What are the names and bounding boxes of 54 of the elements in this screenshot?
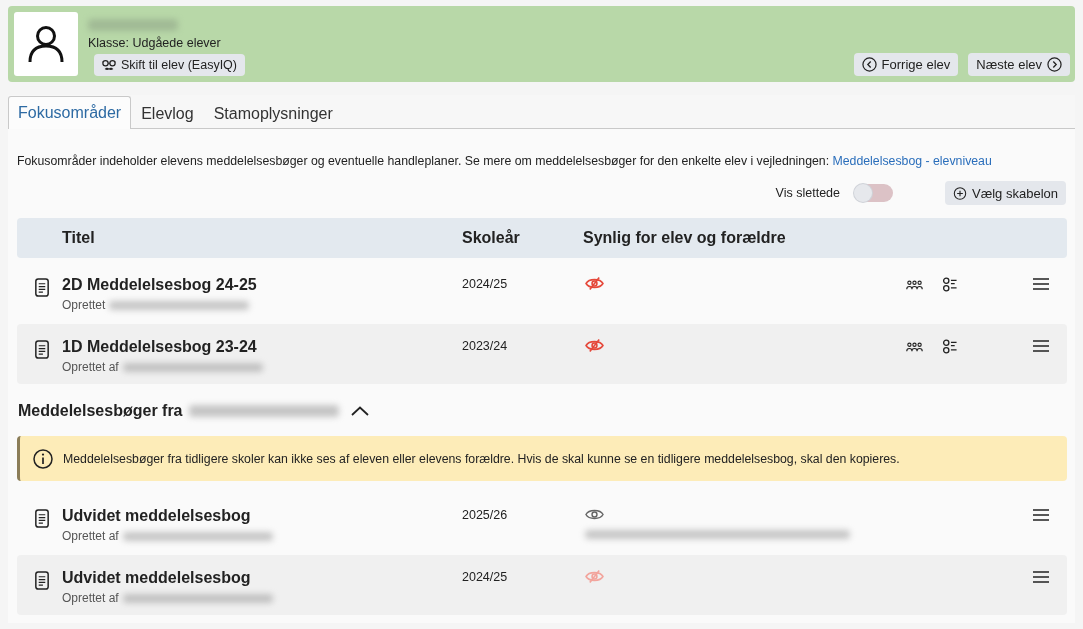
checklist-icon[interactable] <box>942 277 958 292</box>
column-header: Synlig for elev og forældre <box>583 229 787 247</box>
eye-slash-icon <box>585 569 604 584</box>
next-student-button[interactable]: Næste elev <box>968 53 1070 76</box>
person-icon <box>26 24 66 64</box>
tab[interactable]: Fokusområder <box>8 96 132 129</box>
info-icon <box>33 448 53 469</box>
row-title: 2D Meddelelsesbog 24-25 <box>62 275 258 295</box>
row-title: 1D Meddelelsesbog 23-24 <box>62 337 258 357</box>
table-row[interactable]: Udvidet meddelelsesbog Oprettet af 2024/25 <box>17 555 1067 615</box>
menu-icon[interactable] <box>1033 509 1049 521</box>
menu-icon[interactable] <box>1033 571 1049 583</box>
document-icon <box>35 278 49 297</box>
row-title: Udvidet meddelelsesbog <box>62 568 252 588</box>
row-title: Udvidet meddelelsesbog <box>62 506 252 526</box>
class-label: Klasse: Udgåede elever <box>88 36 221 51</box>
menu-icon[interactable] <box>1033 340 1049 352</box>
chevron-right-circle-icon <box>1047 57 1062 72</box>
document-icon <box>35 340 49 359</box>
created-label: Oprettet af <box>62 591 119 605</box>
eye-slash-icon <box>585 276 604 291</box>
choose-template-button[interactable]: Vælg skabelon <box>945 181 1066 205</box>
info-text: Meddelelsesbøger fra tidligere skoler kan ikke ses af eleven eller elevens forældre. Hvis de skal kunne se en tidligere meddelelsesbog, skal den kopieres. <box>63 451 900 466</box>
school-year: 2025/26 <box>462 507 509 524</box>
previous-student-button[interactable]: Forrige elev <box>853 53 959 76</box>
menu-icon[interactable] <box>1033 278 1049 290</box>
created-label: Oprettet <box>62 298 106 312</box>
created-label: Oprettet af <box>62 360 119 374</box>
glasses-mustache-icon <box>102 58 116 72</box>
chevron-left-circle-icon <box>861 57 877 72</box>
column-header: Titel <box>62 229 96 247</box>
show-deleted-toggle[interactable] <box>854 184 893 202</box>
group-icon[interactable] <box>906 342 923 352</box>
chevron-up-icon[interactable] <box>350 406 369 416</box>
switch-student-button[interactable]: Skift til elev (EasyIQ) <box>94 54 245 76</box>
tab[interactable]: Elevlog <box>131 97 204 129</box>
guide-link[interactable]: Meddelelsesbog - elevniveau <box>832 154 992 168</box>
section-heading: Meddelelsesbøger fra <box>18 402 183 420</box>
school-year: 2024/25 <box>462 276 509 293</box>
toggle-label: Vis slettede <box>775 186 840 200</box>
plus-circle-icon <box>953 186 967 200</box>
table-row[interactable]: 1D Meddelelsesbog 23-24 Oprettet af 2023/24 <box>17 324 1067 384</box>
created-label: Oprettet af <box>62 529 119 543</box>
school-year: 2024/25 <box>462 569 509 586</box>
document-icon <box>35 509 49 528</box>
tab[interactable]: Stamoplysninger <box>203 97 343 129</box>
eye-icon <box>585 507 604 522</box>
column-header: Skoleår <box>462 229 521 247</box>
eye-slash-icon <box>585 338 604 353</box>
group-icon[interactable] <box>906 280 923 290</box>
checklist-icon[interactable] <box>942 339 958 354</box>
school-year: 2023/24 <box>462 338 509 355</box>
intro-paragraph: Fokusområder indeholder elevens meddelelsesbøger og eventuelle handleplaner. Se mere om meddelelsesbøger for den enkelte elev i vejledningen: Meddelelsesbog - elevniveau <box>17 153 993 169</box>
document-icon <box>35 571 49 590</box>
